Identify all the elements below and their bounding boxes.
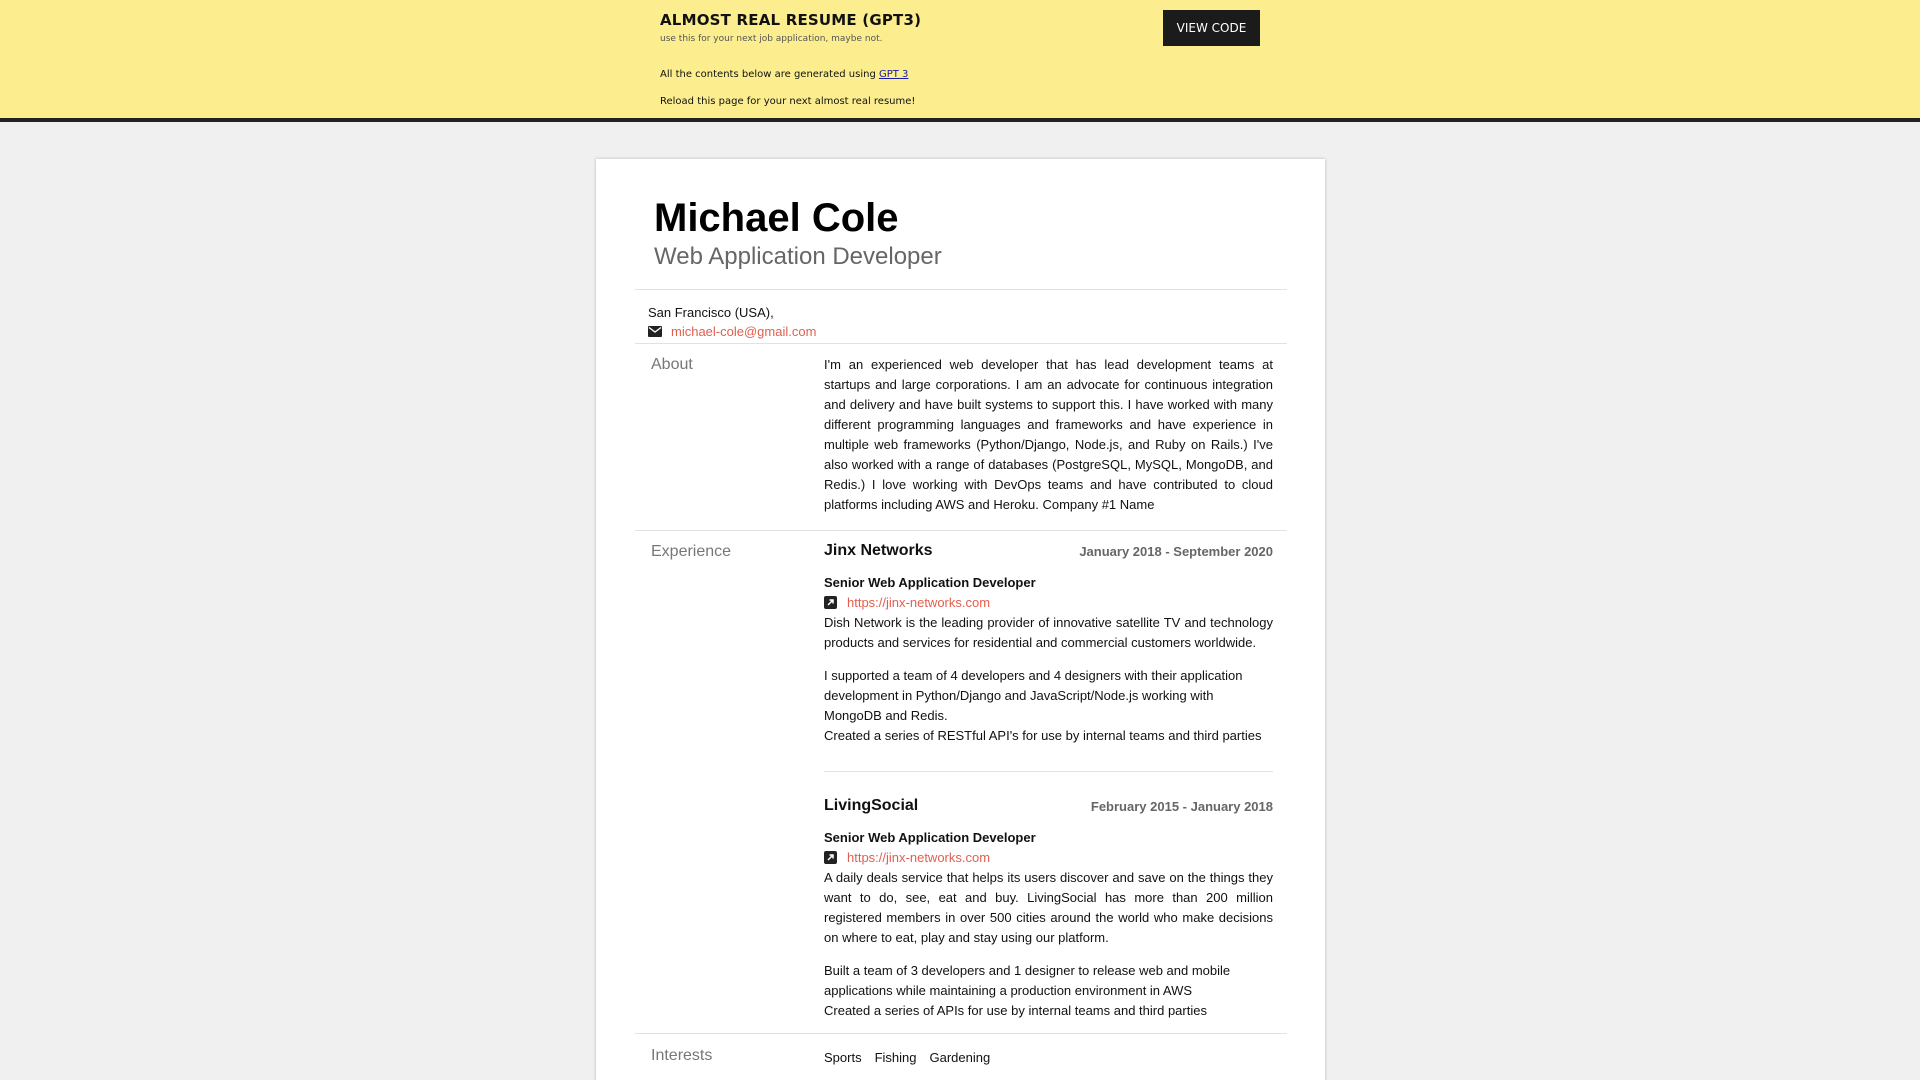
job-company: Jinx Networks bbox=[824, 542, 933, 559]
job-highlight: Created a series of APIs for use by inte… bbox=[824, 1003, 1207, 1018]
job-title: Senior Web Application Developer bbox=[824, 575, 1036, 590]
view-code-button[interactable]: VIEW CODE bbox=[1163, 10, 1260, 46]
external-link-icon bbox=[824, 851, 837, 864]
interest-item: Fishing bbox=[874, 1050, 917, 1065]
experience-label: Experience bbox=[651, 543, 732, 560]
banner-content: ALMOST REAL RESUME (GPT3) use this for y… bbox=[660, 0, 1260, 118]
job-dates: January 2018 - September 2020 bbox=[1079, 544, 1273, 559]
banner-title: ALMOST REAL RESUME (GPT3) bbox=[660, 11, 922, 29]
about-text: I'm an experienced web developer that ha… bbox=[824, 357, 1273, 512]
job-link-row: https://jinx-networks.com bbox=[824, 595, 990, 610]
external-link-icon bbox=[824, 596, 837, 609]
job-url-link[interactable]: https://jinx-networks.com bbox=[847, 850, 990, 865]
envelope-icon bbox=[648, 325, 662, 337]
banner-subtitle: use this for your next job application, … bbox=[660, 34, 883, 44]
gpt3-link[interactable]: GPT 3 bbox=[879, 69, 908, 80]
job-description: Dish Network is the leading provider of … bbox=[824, 615, 1273, 650]
interest-item: Sports bbox=[824, 1050, 862, 1065]
divider bbox=[635, 1033, 1287, 1034]
job-title: Senior Web Application Developer bbox=[824, 830, 1036, 845]
top-banner: ALMOST REAL RESUME (GPT3) use this for y… bbox=[0, 0, 1920, 122]
job-dates: February 2015 - January 2018 bbox=[1090, 799, 1273, 814]
divider bbox=[635, 343, 1287, 344]
job-highlight: Built a team of 3 developers and 1 desig… bbox=[824, 963, 1231, 998]
job-highlight: Created a series of RESTful API's for us… bbox=[824, 728, 1262, 743]
location: San Francisco (USA), bbox=[648, 305, 774, 320]
job-url-link[interactable]: https://jinx-networks.com bbox=[847, 595, 990, 610]
resume-card: Michael Cole Web Application Developer S… bbox=[596, 159, 1325, 1080]
divider bbox=[635, 289, 1287, 290]
email-link[interactable]: michael-cole@gmail.com bbox=[671, 324, 816, 339]
interests-list: Sports Fishing Gardening bbox=[824, 1050, 1003, 1065]
interests-label: Interests bbox=[651, 1047, 713, 1064]
job-company: LivingSocial bbox=[824, 797, 919, 814]
divider bbox=[635, 530, 1287, 531]
banner-reload-note: Reload this page for your next almost re… bbox=[660, 96, 916, 107]
email-row: michael-cole@gmail.com bbox=[648, 324, 816, 339]
job-highlight: I supported a team of 4 developers and 4… bbox=[824, 668, 1243, 723]
banner-generated-text: All the contents below are generated usi… bbox=[660, 69, 879, 80]
about-label: About bbox=[651, 356, 693, 373]
job-link-row: https://jinx-networks.com bbox=[824, 850, 990, 865]
resume-name: Michael Cole bbox=[654, 196, 899, 240]
resume-role: Web Application Developer bbox=[654, 243, 942, 270]
job-divider bbox=[824, 771, 1273, 772]
job-description: A daily deals service that helps its use… bbox=[824, 870, 1273, 945]
banner-generated-note: All the contents below are generated usi… bbox=[660, 69, 908, 80]
interest-item: Gardening bbox=[929, 1050, 991, 1065]
